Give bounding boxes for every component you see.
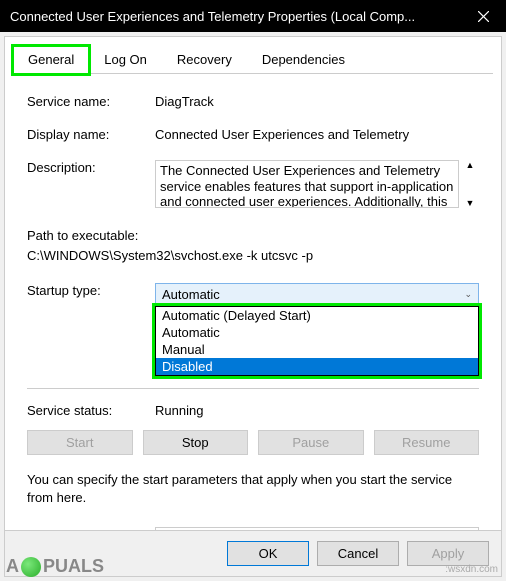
close-button[interactable]	[460, 0, 506, 32]
tab-dependencies[interactable]: Dependencies	[247, 46, 360, 74]
apply-button: Apply	[407, 541, 489, 566]
display-name-value: Connected User Experiences and Telemetry	[155, 127, 479, 142]
startup-type-select[interactable]: Automatic ⌄	[155, 283, 479, 306]
cancel-button[interactable]: Cancel	[317, 541, 399, 566]
window-title: Connected User Experiences and Telemetry…	[10, 9, 460, 24]
scroll-up-icon[interactable]: ▲	[461, 160, 479, 170]
divider	[27, 388, 479, 389]
description-scrollbar[interactable]: ▲ ▼	[461, 160, 479, 208]
path-value: C:\WINDOWS\System32\svchost.exe -k utcsv…	[27, 246, 479, 266]
option-manual[interactable]: Manual	[156, 341, 478, 358]
tab-recovery[interactable]: Recovery	[162, 46, 247, 74]
resume-button: Resume	[374, 430, 480, 455]
ok-button[interactable]: OK	[227, 541, 309, 566]
startup-type-label: Startup type:	[27, 283, 155, 298]
tab-logon[interactable]: Log On	[89, 46, 162, 74]
tab-bar: General Log On Recovery Dependencies	[5, 37, 501, 73]
description-text[interactable]: The Connected User Experiences and Telem…	[155, 160, 459, 208]
service-name-label: Service name:	[27, 94, 155, 109]
service-status-value: Running	[155, 403, 479, 418]
startup-type-dropdown: Automatic (Delayed Start) Automatic Manu…	[155, 306, 479, 376]
close-icon	[478, 11, 489, 22]
stop-button[interactable]: Stop	[143, 430, 249, 455]
option-disabled[interactable]: Disabled	[156, 358, 478, 375]
help-text: You can specify the start parameters tha…	[27, 471, 479, 507]
scroll-down-icon[interactable]: ▼	[461, 198, 479, 208]
startup-type-selected: Automatic	[162, 287, 220, 302]
chevron-down-icon: ⌄	[464, 289, 472, 300]
path-label: Path to executable:	[27, 226, 479, 246]
option-automatic[interactable]: Automatic	[156, 324, 478, 341]
brand-ball-icon	[21, 557, 41, 577]
start-button: Start	[27, 430, 133, 455]
tab-general[interactable]: General	[13, 46, 89, 74]
display-name-label: Display name:	[27, 127, 155, 142]
watermark-source: :wsxdn.com	[445, 564, 498, 575]
description-label: Description:	[27, 160, 155, 175]
watermark-brand: A PUALS	[6, 556, 104, 577]
dialog-content: General Log On Recovery Dependencies Ser…	[4, 36, 502, 577]
pause-button: Pause	[258, 430, 364, 455]
titlebar: Connected User Experiences and Telemetry…	[0, 0, 506, 32]
option-automatic-delayed[interactable]: Automatic (Delayed Start)	[156, 307, 478, 324]
service-status-label: Service status:	[27, 403, 155, 418]
service-name-value: DiagTrack	[155, 94, 479, 109]
tab-panel-general: Service name: DiagTrack Display name: Co…	[13, 73, 493, 579]
